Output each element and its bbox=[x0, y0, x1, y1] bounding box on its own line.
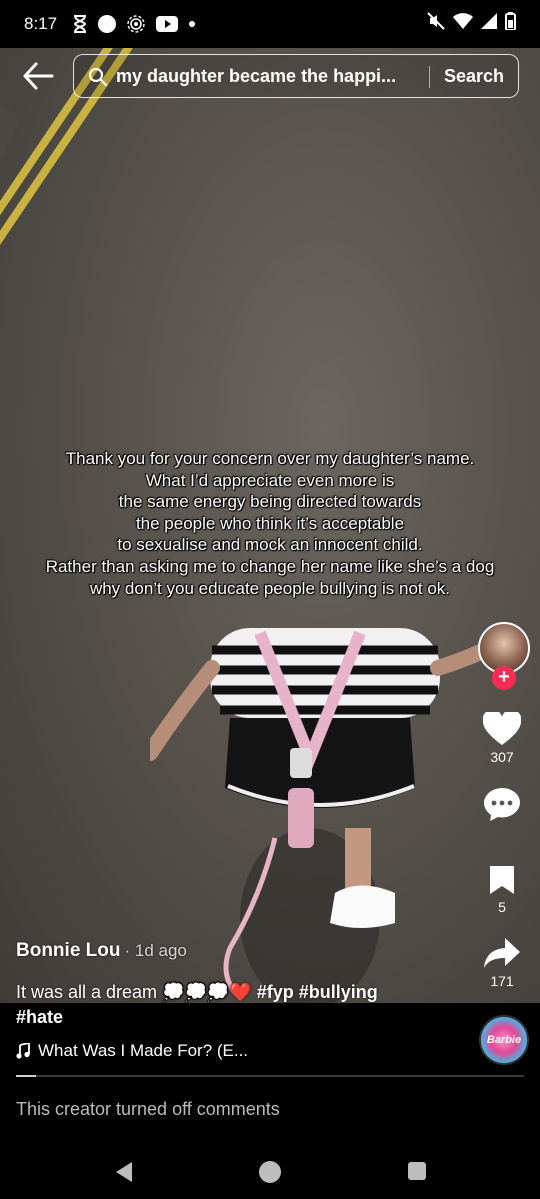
comments-disabled-notice: This creator turned off comments bbox=[16, 1099, 280, 1119]
search-query-text: my daughter became the happi... bbox=[116, 66, 397, 86]
like-count: 307 bbox=[490, 749, 514, 765]
search-input[interactable]: my daughter became the happi... Search bbox=[73, 54, 519, 98]
hourglass-icon bbox=[74, 15, 87, 33]
creator-avatar-group: + bbox=[472, 622, 532, 692]
description-emoji: 💭💭💭❤️ bbox=[162, 982, 252, 1002]
search-bar-row: my daughter became the happi... Search bbox=[0, 54, 540, 98]
post-description: It was all a dream 💭💭💭❤️ #fyp #bullying bbox=[16, 982, 378, 1003]
caption-line: Thank you for your concern over my daugh… bbox=[65, 449, 475, 468]
comment-button[interactable] bbox=[472, 786, 532, 825]
music-note-icon bbox=[16, 1043, 30, 1059]
wifi-icon bbox=[453, 13, 473, 29]
share-button[interactable]: 171 bbox=[472, 936, 532, 989]
bottom-panel: #hate What Was I Made For? (E... Barbie … bbox=[0, 1003, 540, 1199]
caption-line: Rather than asking me to change her name… bbox=[45, 556, 495, 576]
like-button[interactable]: 307 bbox=[472, 709, 532, 765]
system-nav-bar bbox=[0, 1151, 540, 1199]
battery-icon bbox=[505, 12, 516, 30]
comment-icon bbox=[484, 788, 520, 821]
heart-icon bbox=[482, 709, 522, 745]
status-bar: 8:17 bbox=[0, 0, 540, 48]
follow-button[interactable]: + bbox=[492, 666, 516, 690]
status-system-icons bbox=[427, 12, 516, 30]
caption-line: why don’t you educate people bullying is… bbox=[89, 578, 451, 598]
description-text: It was all a dream bbox=[16, 982, 158, 1002]
signal-icon bbox=[481, 13, 497, 29]
description-hashtags[interactable]: #fyp #bullying bbox=[257, 982, 378, 1002]
caption-line: the same energy being directed towards bbox=[118, 492, 422, 512]
post-meta: Bonnie Lou · 1d ago It was all a dream 💭💭… bbox=[16, 940, 456, 1002]
music-title: What Was I Made For? (E... bbox=[38, 1041, 249, 1060]
disc-logo-text: Barbie bbox=[486, 1034, 522, 1046]
bookmark-icon bbox=[490, 866, 514, 894]
video-progress-fill bbox=[16, 1075, 37, 1077]
nav-back-icon[interactable] bbox=[114, 1161, 134, 1183]
status-notification-icons bbox=[73, 15, 196, 33]
video-progress-bar[interactable] bbox=[16, 1075, 524, 1077]
mute-icon bbox=[427, 12, 445, 30]
share-icon bbox=[484, 938, 520, 968]
search-button[interactable]: Search bbox=[444, 66, 504, 87]
nav-recents-icon[interactable] bbox=[408, 1162, 426, 1180]
back-arrow-icon[interactable] bbox=[22, 62, 54, 90]
hashtag-hate[interactable]: #hate bbox=[16, 1007, 63, 1028]
nav-home-icon[interactable] bbox=[259, 1161, 281, 1183]
caption-line: What I’d appreciate even more is bbox=[145, 470, 395, 490]
search-divider bbox=[429, 66, 430, 88]
music-row[interactable]: What Was I Made For? (E... bbox=[16, 1041, 248, 1061]
share-count: 171 bbox=[490, 973, 514, 989]
bookmark-count: 5 bbox=[498, 899, 506, 915]
dot-icon bbox=[189, 21, 196, 27]
music-disc[interactable]: Barbie bbox=[479, 1015, 529, 1065]
caption-line: to sexualise and mock an innocent child. bbox=[117, 535, 423, 555]
bookmark-button[interactable]: 5 bbox=[472, 864, 532, 915]
video-curb bbox=[0, 88, 23, 488]
author-name[interactable]: Bonnie Lou bbox=[16, 940, 120, 961]
hotspot-icon bbox=[127, 15, 145, 33]
youtube-icon bbox=[156, 16, 179, 32]
status-time: 8:17 bbox=[24, 14, 58, 33]
post-time: · 1d ago bbox=[124, 941, 187, 960]
video-caption-overlay: Thank you for your concern over my daugh… bbox=[20, 448, 520, 599]
search-icon bbox=[88, 67, 108, 87]
circle-icon bbox=[98, 15, 117, 33]
caption-line: the people who think it’s acceptable bbox=[135, 513, 405, 533]
